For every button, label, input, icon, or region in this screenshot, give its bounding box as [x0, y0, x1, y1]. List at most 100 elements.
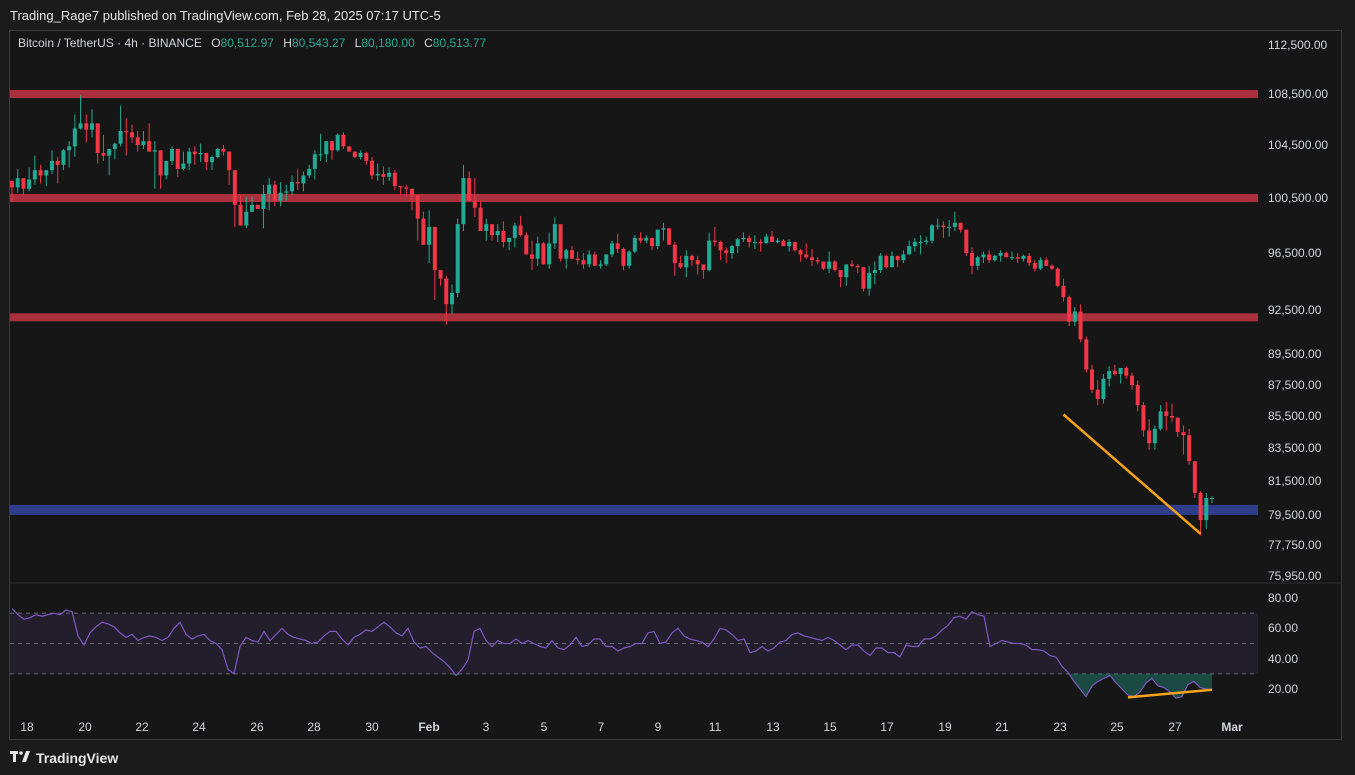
- candle-body: [295, 182, 300, 184]
- candle-body: [341, 134, 346, 147]
- tradingview-brand[interactable]: TradingView: [10, 750, 118, 766]
- candle-body: [552, 224, 557, 244]
- time-tick-label: 30: [365, 720, 379, 734]
- candle-body: [250, 204, 254, 212]
- candle-body: [1175, 417, 1180, 432]
- candle-body: [970, 253, 974, 266]
- candle-body: [735, 239, 740, 247]
- candle-body: [992, 255, 997, 261]
- candle-body: [375, 174, 380, 176]
- time-tick-label: 25: [1110, 720, 1124, 734]
- candle-body: [84, 123, 89, 130]
- price-tick-label: 96,500.00: [1268, 246, 1322, 260]
- candle-body: [312, 154, 317, 169]
- candle-body: [50, 160, 54, 171]
- candle-body: [1141, 405, 1146, 431]
- tradingview-logo-icon: [10, 750, 30, 766]
- time-tick-label: Feb: [418, 720, 439, 734]
- time-tick-label: 28: [307, 720, 321, 734]
- symbol-legend[interactable]: Bitcoin / TetherUS · 4h · BINANCE O80,51…: [18, 36, 492, 50]
- candle-body: [284, 191, 289, 193]
- price-tick-label: 79,500.00: [1268, 508, 1322, 522]
- high-value: 80,543.27: [291, 36, 346, 50]
- time-tick-label: 26: [250, 720, 264, 734]
- candle-body: [1181, 432, 1186, 436]
- candle-body: [210, 156, 214, 163]
- candle-body: [21, 178, 26, 189]
- candle-body: [587, 254, 592, 265]
- candle-body: [78, 123, 83, 129]
- rsi-oversold-fill: [1068, 673, 1212, 699]
- candle-body: [1015, 257, 1020, 259]
- candle-body: [815, 260, 820, 262]
- time-tick-label: 9: [655, 720, 662, 734]
- high-label: H: [283, 36, 292, 50]
- candle-body: [324, 141, 329, 155]
- candle-body: [238, 204, 243, 226]
- candle-body: [124, 130, 129, 133]
- brand-name[interactable]: TradingView: [36, 750, 118, 766]
- open-value: 80,512.97: [220, 36, 274, 50]
- time-axis: 18 20 22 24 26 28 30 Feb 3 5 7 9 11 13 15 17 19 21 23 25 27 M…: [20, 720, 1243, 734]
- candle-body: [158, 150, 163, 176]
- time-tick-label: 27: [1168, 720, 1182, 734]
- candle-body: [707, 240, 712, 271]
- time-tick-label: 7: [598, 720, 605, 734]
- candle-body: [181, 163, 186, 169]
- symbol-name[interactable]: Bitcoin / TetherUS · 4h · BINANCE: [18, 36, 202, 50]
- candle-body: [958, 222, 963, 230]
- candle-body: [118, 130, 123, 144]
- low-value: 80,180.00: [361, 36, 415, 50]
- candle-body: [924, 240, 929, 242]
- time-tick-label: 17: [880, 720, 894, 734]
- candle-body: [141, 141, 146, 145]
- candle-body: [318, 154, 323, 156]
- chart-canvas[interactable]: 112,500.00 108,500.00 104,500.00 100,500.00…: [0, 0, 1355, 775]
- candle-body: [564, 250, 569, 259]
- candle-body: [15, 178, 20, 188]
- candle-body: [592, 254, 597, 266]
- candle-body: [752, 242, 757, 243]
- close-value: 80,513.77: [432, 36, 487, 50]
- candle-body: [198, 152, 203, 155]
- candle-body: [667, 228, 672, 245]
- candle-body: [1135, 385, 1140, 406]
- candle-body: [1072, 311, 1077, 322]
- candle-body: [570, 250, 574, 259]
- candle-body: [38, 170, 43, 176]
- candle-body: [347, 146, 352, 152]
- time-tick-label: 24: [192, 720, 206, 734]
- candle-body: [1210, 498, 1214, 499]
- candle-body: [398, 186, 403, 188]
- candle-body: [558, 224, 563, 259]
- candle-body: [964, 229, 969, 253]
- candle-body: [27, 179, 32, 189]
- price-tick-label: 92,500.00: [1268, 303, 1322, 317]
- rsi-tick-label: 60.00: [1268, 621, 1298, 635]
- candle-body: [358, 152, 363, 157]
- candle-body: [72, 128, 77, 147]
- candle-body: [512, 225, 517, 238]
- candle-body: [267, 184, 272, 195]
- candle-body: [581, 260, 586, 265]
- candle-body: [975, 257, 980, 266]
- candle-body: [107, 148, 112, 156]
- candle-body: [712, 240, 717, 242]
- candle-body: [930, 225, 934, 241]
- candle-body: [187, 151, 192, 164]
- time-tick-label: 15: [823, 720, 837, 734]
- close-label: C: [424, 36, 433, 50]
- candle-body: [255, 204, 260, 209]
- candle-body: [764, 236, 769, 244]
- candle-body: [461, 178, 466, 225]
- rsi-pane: [10, 582, 1342, 699]
- candle-body: [450, 292, 454, 305]
- candle-body: [810, 257, 814, 261]
- candle-body: [541, 243, 546, 265]
- candle-body: [175, 148, 180, 169]
- candle-body: [1118, 367, 1123, 375]
- rsi-tick-label: 20.00: [1268, 682, 1298, 696]
- candle-body: [1090, 369, 1094, 390]
- support-level-3: [10, 504, 1258, 515]
- candle-body: [1084, 339, 1089, 370]
